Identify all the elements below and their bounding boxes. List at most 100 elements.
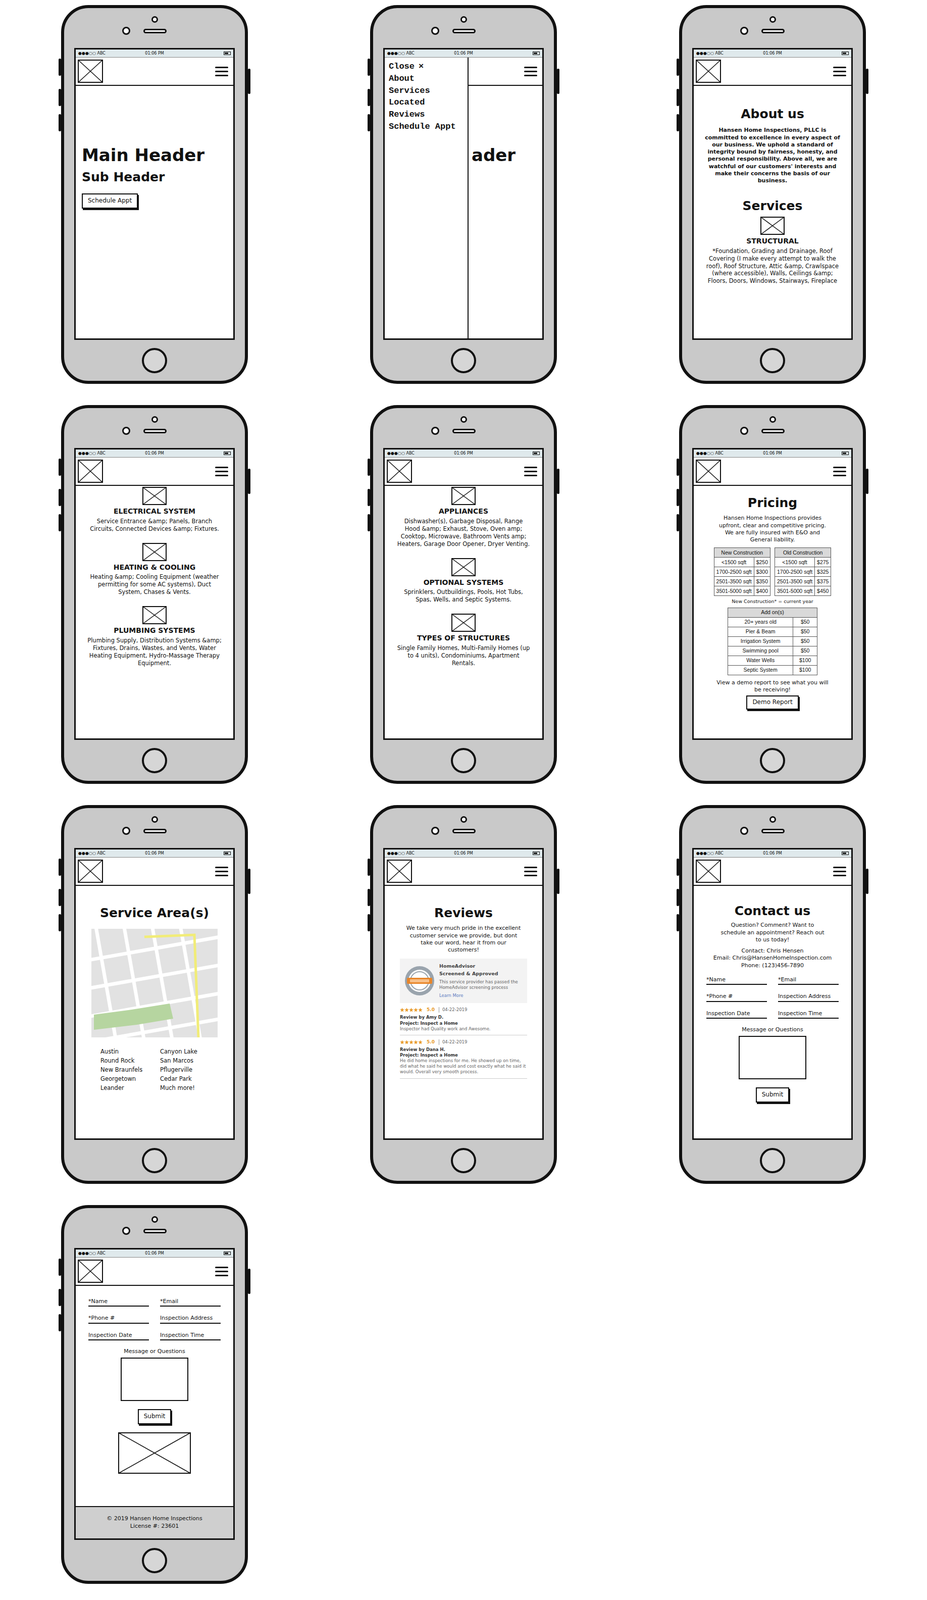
- service-text: Dishwasher(s), Garbage Disposal, Range H…: [384, 517, 543, 548]
- carrier-label: ●●●○○ ABC: [78, 1251, 145, 1256]
- battery-icon: [532, 851, 540, 855]
- submit-button[interactable]: Submit: [137, 1408, 172, 1424]
- service-image-icon: [142, 605, 167, 625]
- phone-mockup: ●●●○○ ABC01:06 PMReviewsWe take very muc…: [370, 804, 557, 1184]
- form-field[interactable]: *Email: [160, 1297, 221, 1307]
- speaker-icon: [452, 28, 476, 34]
- close-label[interactable]: Close: [388, 60, 415, 73]
- menu-item[interactable]: Services: [388, 84, 464, 97]
- hamburger-icon[interactable]: [833, 866, 847, 877]
- star-icon: [404, 1007, 409, 1012]
- table-row: Water Wells$100: [728, 655, 818, 665]
- carrier-label: ●●●○○ ABC: [387, 851, 454, 856]
- menu-item[interactable]: Schedule Appt: [388, 120, 464, 133]
- lens-icon: [122, 826, 131, 835]
- contact-line: Phone: (123)456-7890: [741, 961, 804, 969]
- form-field[interactable]: Inspection Address: [160, 1314, 221, 1323]
- service-text: Sprinklers, Outbuildings, Pools, Hot Tub…: [384, 588, 543, 604]
- phone-mockup: ●●●○○ ABC01:06 PMPricingHansen Home Insp…: [679, 404, 866, 784]
- table-cell: $450: [814, 586, 832, 596]
- clock-label: 01:06 PM: [762, 851, 782, 856]
- review-date: 04-22-2019: [438, 1006, 468, 1013]
- home-button[interactable]: [759, 1147, 786, 1173]
- table-cell: $100: [793, 655, 818, 665]
- home-button[interactable]: [141, 347, 168, 374]
- home-button[interactable]: [141, 747, 168, 774]
- footer-line: © 2019 Hansen Home Inspections: [77, 1514, 232, 1523]
- about-text: Hansen Home Inspections, PLLC is committ…: [693, 126, 852, 185]
- form-field[interactable]: Inspection Date: [706, 1009, 767, 1019]
- form-field[interactable]: Inspection Time: [160, 1331, 221, 1341]
- demo-report-button[interactable]: Demo Report: [746, 695, 799, 710]
- menu-item[interactable]: About: [388, 72, 464, 85]
- phone-mockup: ●●●○○ ABC01:06 PM *Name *Email *Phone # Insp…: [61, 1204, 248, 1584]
- page-title: Reviews: [434, 904, 493, 921]
- page-title: About us: [693, 106, 852, 122]
- demo-text: View a demo report to see what you will …: [693, 679, 852, 694]
- form-field[interactable]: Inspection Time: [778, 1009, 839, 1019]
- status-bar: ●●●○○ ABC01:06 PM: [75, 1249, 234, 1258]
- table-cell: 1700-2500 sqft: [775, 567, 815, 577]
- form-field[interactable]: *Name: [88, 1297, 149, 1307]
- close-row[interactable]: Close×: [388, 60, 464, 73]
- message-input[interactable]: [738, 1035, 807, 1079]
- submit-button[interactable]: Submit: [755, 1087, 790, 1103]
- service-image-icon: [142, 486, 167, 505]
- status-bar: ●●●○○ ABC01:06 PM: [693, 449, 852, 458]
- city-item: Canyon Lake: [160, 1047, 209, 1057]
- site-header: [384, 857, 543, 886]
- home-button[interactable]: [759, 747, 786, 774]
- phone-screen: ●●●○○ ABC01:06 PMReviewsWe take very muc…: [383, 847, 544, 1140]
- city-item: Leander: [100, 1083, 161, 1093]
- home-button[interactable]: [759, 347, 786, 374]
- table-cell: $50: [793, 626, 818, 637]
- home-button[interactable]: [450, 747, 477, 774]
- form-field[interactable]: *Phone #: [706, 992, 767, 1002]
- form-field[interactable]: Inspection Address: [778, 992, 839, 1002]
- form-field[interactable]: *Email: [778, 975, 839, 985]
- camera-icon: [460, 416, 468, 423]
- home-button[interactable]: [141, 1547, 168, 1573]
- screened-badge-icon: [403, 964, 436, 997]
- hamburger-icon[interactable]: [215, 1266, 229, 1276]
- city-item: Much more!: [160, 1083, 209, 1093]
- page-title: Pricing: [747, 494, 798, 511]
- logo-placeholder-icon: [695, 859, 721, 883]
- form-field[interactable]: *Name: [706, 975, 767, 985]
- star-icon: [413, 1007, 419, 1012]
- speaker-icon: [143, 428, 167, 434]
- hamburger-icon[interactable]: [215, 66, 229, 77]
- contact-line: Email: Chris@HansenHomeInspection.com: [713, 954, 832, 962]
- star-icon: [408, 1039, 414, 1045]
- hamburger-icon[interactable]: [215, 466, 229, 477]
- star-icon: [408, 1007, 414, 1012]
- learn-more-link[interactable]: Learn More: [439, 992, 524, 999]
- city-list: AustinCanyon LakeRound RockSan MarcosNew…: [100, 1047, 209, 1093]
- close-icon[interactable]: ×: [418, 60, 424, 73]
- hamburger-icon[interactable]: [833, 466, 847, 477]
- lens-icon: [431, 826, 440, 835]
- table-cell: $250: [753, 557, 770, 568]
- menu-item[interactable]: Reviews: [388, 108, 464, 121]
- home-button[interactable]: [450, 1147, 477, 1173]
- schedule-button[interactable]: Schedule Appt: [81, 193, 138, 209]
- hamburger-icon[interactable]: [215, 866, 229, 877]
- badge-name: HomeAdvisor: [439, 962, 524, 970]
- table-title: New Construction: [713, 547, 770, 558]
- home-button[interactable]: [141, 1147, 168, 1173]
- section-title: Services: [693, 197, 852, 214]
- table-cell: $375: [814, 576, 832, 587]
- form-field[interactable]: Inspection Date: [88, 1331, 149, 1341]
- hamburger-icon[interactable]: [524, 866, 538, 877]
- home-button[interactable]: [450, 347, 477, 374]
- hamburger-icon[interactable]: [833, 66, 847, 77]
- phone-screen: ●●●○○ ABC01:06 PMPricingHansen Home Insp…: [692, 447, 853, 740]
- hamburger-icon[interactable]: [524, 66, 538, 77]
- message-input[interactable]: [120, 1357, 189, 1401]
- carrier-label: ●●●○○ ABC: [78, 451, 145, 456]
- form-field[interactable]: *Phone #: [88, 1314, 149, 1323]
- menu-item[interactable]: Located: [388, 96, 464, 109]
- phone-mockup: ●●●○○ ABC01:06 PMContact usQuestion? Com…: [679, 804, 866, 1184]
- battery-icon: [223, 1251, 231, 1255]
- hamburger-icon[interactable]: [524, 466, 538, 477]
